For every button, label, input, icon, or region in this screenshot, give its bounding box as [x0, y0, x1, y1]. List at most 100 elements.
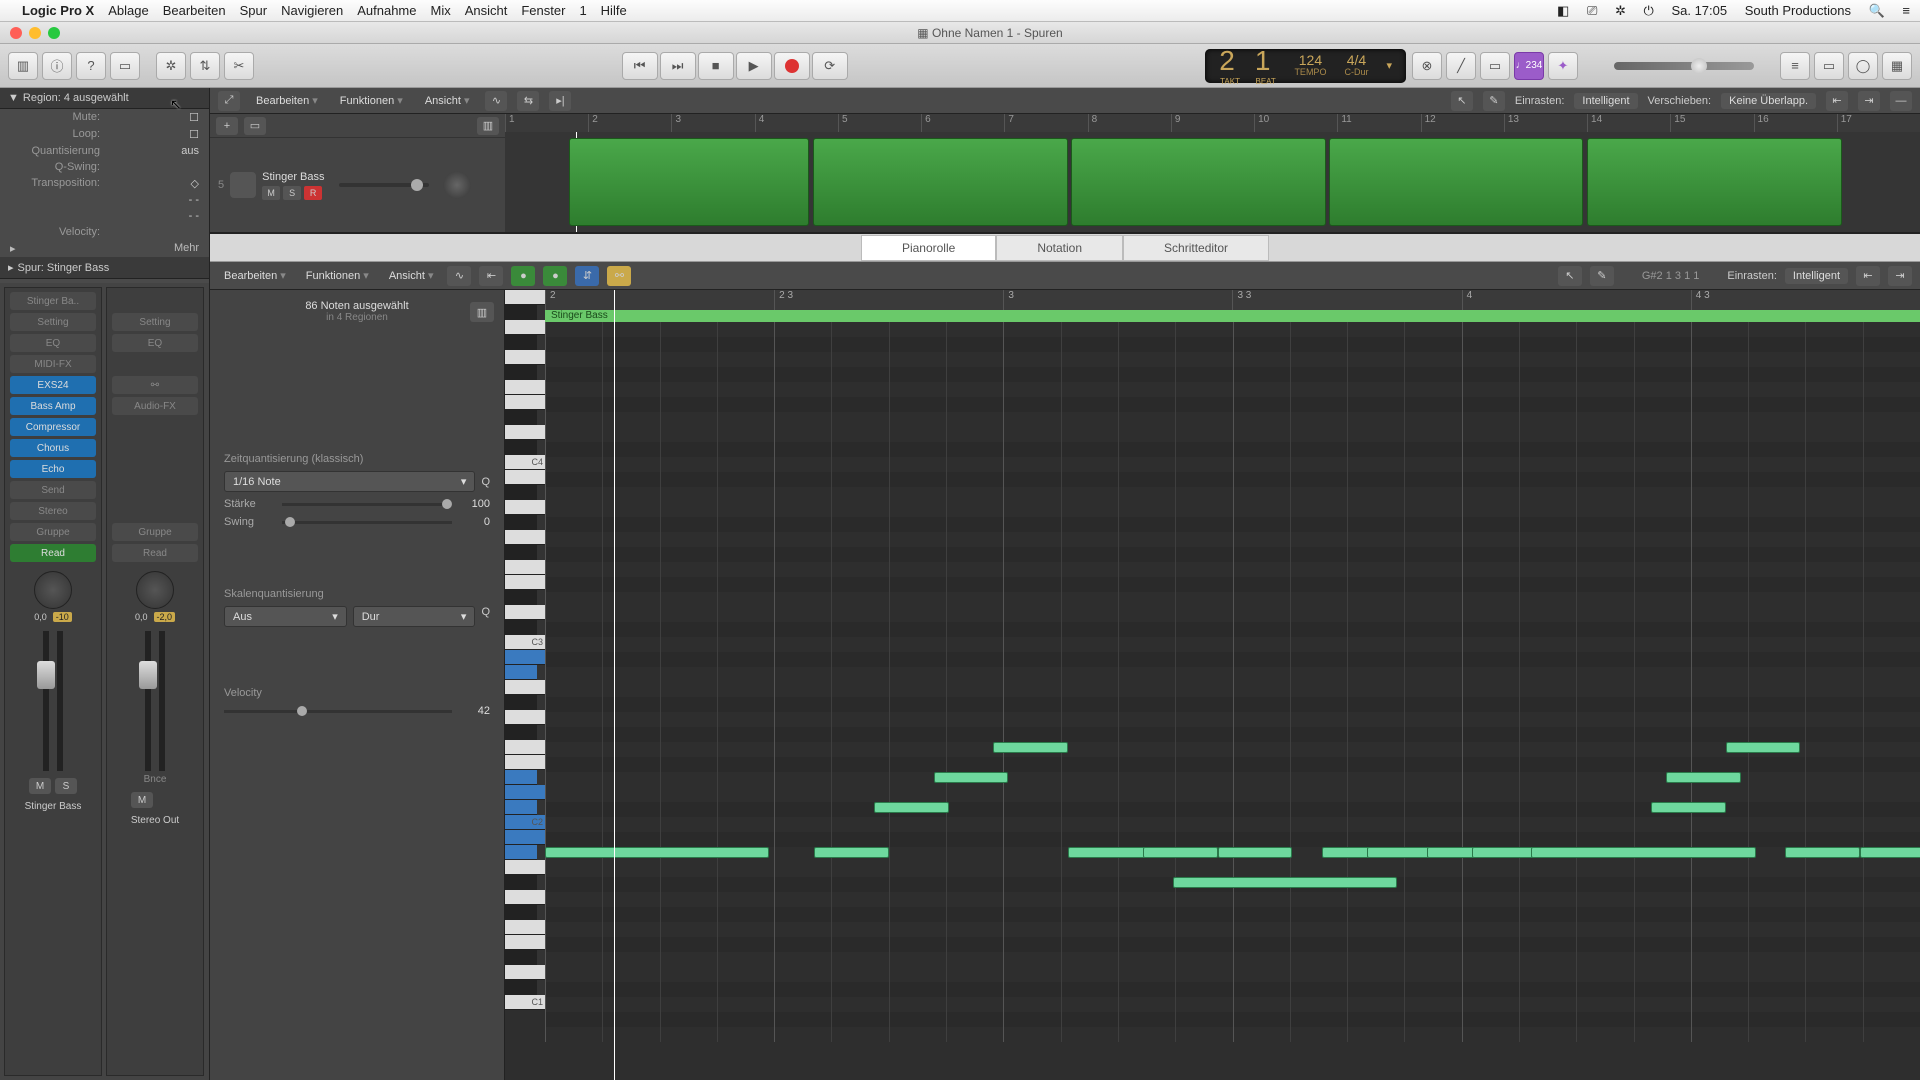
piano-key[interactable] [505, 470, 545, 485]
lcd-dropdown-icon[interactable]: ▾ [1386, 59, 1392, 72]
countoff-button[interactable]: ▭ [1480, 52, 1510, 80]
piano-key[interactable] [505, 800, 537, 815]
piano-key[interactable] [505, 710, 545, 725]
midi-note[interactable] [1651, 802, 1726, 813]
eq-slot[interactable]: EQ [112, 334, 198, 352]
menu-record[interactable]: Aufnahme [357, 3, 416, 18]
ruler-tick[interactable]: 10 [1254, 114, 1337, 132]
quantize-select[interactable]: 1/16 Note▾ [224, 471, 475, 492]
piano-key[interactable] [505, 485, 537, 500]
volume-fader[interactable] [145, 631, 151, 771]
scale-enable-select[interactable]: Aus▾ [224, 606, 347, 627]
piano-key[interactable] [505, 860, 545, 875]
ruler-tick[interactable]: 8 [1088, 114, 1171, 132]
toolbar-button[interactable]: ▭ [110, 52, 140, 80]
piano-key[interactable] [505, 695, 537, 710]
tracks-view-menu[interactable]: Ansicht [419, 92, 476, 109]
region-header[interactable]: Stinger Bass [545, 310, 1920, 322]
pianoroll-grid[interactable]: 22 333 344 3 Stinger Bass [545, 290, 1920, 1080]
menu-file[interactable]: Ablage [108, 3, 148, 18]
scale-apply-button[interactable]: Q [481, 606, 490, 627]
piano-key[interactable] [505, 590, 537, 605]
pr-view-menu[interactable]: Ansicht [383, 267, 440, 284]
zoom-slider-icon[interactable]: — [1890, 91, 1912, 111]
record-button[interactable] [774, 52, 810, 80]
ruler-tick[interactable]: 14 [1587, 114, 1670, 132]
automation-slot[interactable]: Read [10, 544, 96, 562]
browser-button[interactable]: ▦ [1882, 52, 1912, 80]
menu-1[interactable]: 1 [579, 3, 586, 18]
piano-key[interactable] [505, 935, 545, 950]
midi-note[interactable] [1860, 847, 1920, 858]
duplicate-track-button[interactable]: ▭ [244, 117, 266, 135]
ruler-tick[interactable]: 3 [1003, 290, 1232, 310]
lcd-tempo[interactable]: 124 [1294, 53, 1326, 68]
mixer-button[interactable]: ⇅ [190, 52, 220, 80]
track-inspector-header[interactable]: ▸Spur: Stinger Bass [0, 257, 209, 279]
ruler-tick[interactable]: 15 [1670, 114, 1753, 132]
piano-key[interactable] [505, 620, 537, 635]
strength-slider[interactable] [282, 503, 452, 506]
autopunch-button[interactable]: ╱ [1446, 52, 1476, 80]
pr-functions-menu[interactable]: Funktionen [300, 267, 375, 284]
menu-track[interactable]: Spur [240, 3, 267, 18]
volume-fader[interactable] [43, 631, 49, 771]
piano-key[interactable] [505, 830, 545, 845]
list-editors-button[interactable]: ≡ [1780, 52, 1810, 80]
play-button[interactable]: ▶ [736, 52, 772, 80]
midi-note[interactable] [1531, 847, 1755, 858]
pan-knob[interactable] [34, 571, 72, 609]
menu-window[interactable]: Fenster [521, 3, 565, 18]
status-icon[interactable]: ✲ [1615, 3, 1626, 18]
cycle-button[interactable]: ⟳ [812, 52, 848, 80]
menu-help[interactable]: Hilfe [601, 3, 627, 18]
pianoroll-ruler[interactable]: 22 333 344 3 [545, 290, 1920, 310]
ruler-tick[interactable]: 13 [1504, 114, 1587, 132]
local-inspector-button[interactable]: ▥ [470, 302, 494, 322]
piano-key[interactable] [505, 890, 545, 905]
group-slot[interactable]: Gruppe [112, 523, 198, 541]
piano-key[interactable] [505, 905, 537, 920]
piano-key[interactable] [505, 965, 545, 980]
midi-note[interactable] [993, 742, 1068, 753]
piano-key[interactable] [505, 350, 545, 365]
midi-note[interactable] [1218, 847, 1293, 858]
smart-controls-button[interactable]: ✲ [156, 52, 186, 80]
automation-slot[interactable]: Read [112, 544, 198, 562]
midi-note[interactable] [1726, 742, 1801, 753]
piano-key[interactable] [505, 395, 545, 410]
status-icon[interactable]: ⏻ [1644, 3, 1654, 18]
zoom-icon[interactable]: ⇤ [1856, 266, 1880, 286]
menu-navigate[interactable]: Navigieren [281, 3, 343, 18]
fx-slot[interactable]: Chorus [10, 439, 96, 457]
ruler-tick[interactable]: 3 [671, 114, 754, 132]
piano-key[interactable] [505, 500, 545, 515]
ruler-tick[interactable]: 1 [505, 114, 588, 132]
menu-mix[interactable]: Mix [431, 3, 451, 18]
midi-note[interactable] [1785, 847, 1860, 858]
region-lane[interactable] [505, 132, 1920, 232]
pencil-tool-icon[interactable]: ✎ [1483, 91, 1505, 111]
stop-button[interactable]: ■ [698, 52, 734, 80]
minimize-window[interactable] [29, 27, 41, 39]
status-icon[interactable]: ◧ [1557, 3, 1569, 18]
lcd-beat[interactable]: 1 [1255, 45, 1277, 77]
editors-button[interactable]: ✂ [224, 52, 254, 80]
midi-note[interactable] [934, 772, 1009, 783]
piano-key[interactable] [505, 320, 545, 335]
midi-note[interactable] [1143, 847, 1218, 858]
piano-key[interactable] [505, 530, 545, 545]
menu-icon[interactable]: ≡ [1902, 3, 1910, 18]
catch-icon[interactable]: ⇤ [479, 266, 503, 286]
ruler-tick[interactable]: 4 3 [1691, 290, 1920, 310]
loops-button[interactable]: ◯ [1848, 52, 1878, 80]
zoom-window[interactable] [48, 27, 60, 39]
piano-key[interactable] [505, 650, 545, 665]
swing-slider[interactable] [282, 521, 452, 524]
zoom-icon[interactable]: ⤢ [218, 91, 240, 111]
help-button[interactable]: ? [76, 52, 106, 80]
piano-key[interactable] [505, 755, 545, 770]
piano-key[interactable] [505, 875, 537, 890]
piano-key[interactable] [505, 575, 545, 590]
menu-view[interactable]: Ansicht [465, 3, 508, 18]
